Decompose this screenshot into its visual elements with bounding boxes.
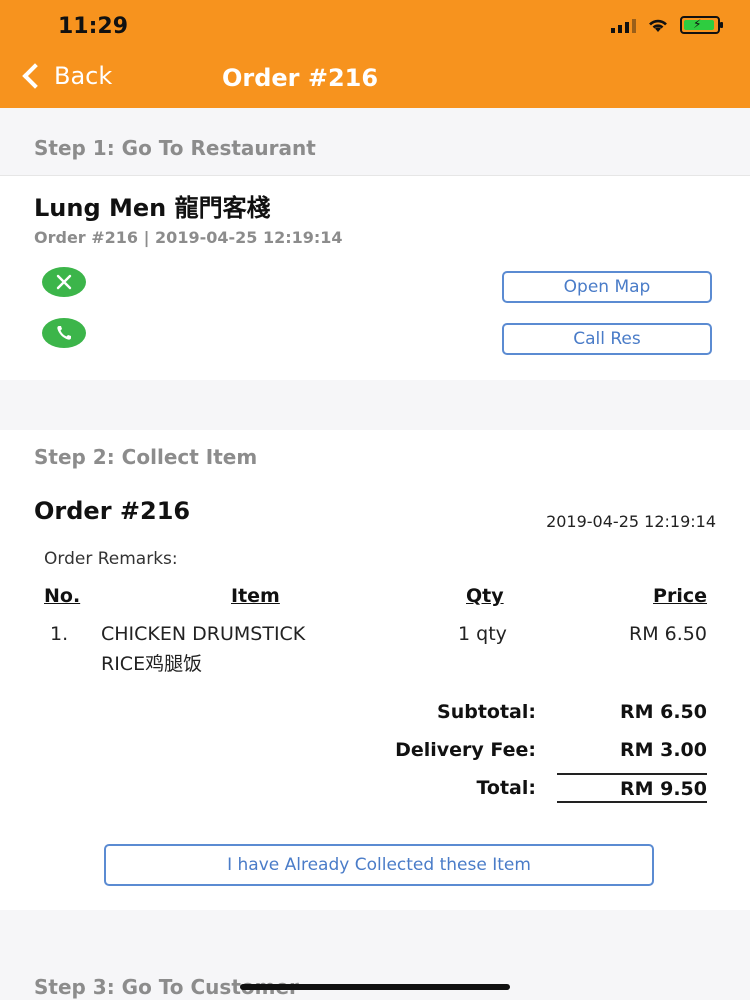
total-label: Total: xyxy=(476,777,536,799)
step2-heading: Step 2: Collect Item xyxy=(34,445,258,469)
item-number: 1. xyxy=(50,623,69,645)
collected-items-button[interactable]: I have Already Collected these Item xyxy=(104,844,654,886)
total-rule-top xyxy=(557,773,707,775)
delivery-fee-label: Delivery Fee: xyxy=(395,739,536,761)
step1-heading: Step 1: Go To Restaurant xyxy=(34,136,316,160)
phone-icon xyxy=(42,318,86,348)
app-header: 11:29 ⚡ Back Order #216 xyxy=(0,0,750,108)
item-qty: 1 qty xyxy=(458,623,507,645)
order-remarks-label: Order Remarks: xyxy=(44,549,178,569)
order-date: 2019-04-25 12:19:14 xyxy=(546,512,716,531)
delivery-fee-value: RM 3.00 xyxy=(619,739,707,761)
open-map-button[interactable]: Open Map xyxy=(502,271,712,303)
home-indicator xyxy=(240,984,510,990)
battery-icon: ⚡ xyxy=(680,16,723,34)
item-name-line2: RICE鸡腿饭 xyxy=(101,653,203,675)
subtotal-label: Subtotal: xyxy=(437,701,536,723)
page-title: Order #216 xyxy=(221,64,379,92)
call-restaurant-button[interactable]: Call Res xyxy=(502,323,712,355)
column-price: Price xyxy=(653,585,707,607)
item-price: RM 6.50 xyxy=(629,623,707,645)
subtotal-value: RM 6.50 xyxy=(619,701,707,723)
column-no: No. xyxy=(44,585,81,607)
column-item: Item xyxy=(231,585,280,607)
utensils-icon xyxy=(42,267,86,297)
wifi-icon xyxy=(649,19,667,32)
order-title: Order #216 xyxy=(34,497,191,525)
status-time: 11:29 xyxy=(58,14,129,39)
restaurant-name: Lung Men 龍門客棧 xyxy=(34,194,271,222)
status-icons: ⚡ xyxy=(611,16,723,34)
column-qty: Qty xyxy=(466,585,504,607)
signal-icon xyxy=(611,17,636,33)
total-value: RM 9.50 xyxy=(619,778,707,800)
order-meta: Order #216 | 2019-04-25 12:19:14 xyxy=(34,228,343,247)
total-rule-bottom xyxy=(557,801,707,803)
item-name-line1: CHICKEN DRUMSTICK xyxy=(101,623,306,645)
